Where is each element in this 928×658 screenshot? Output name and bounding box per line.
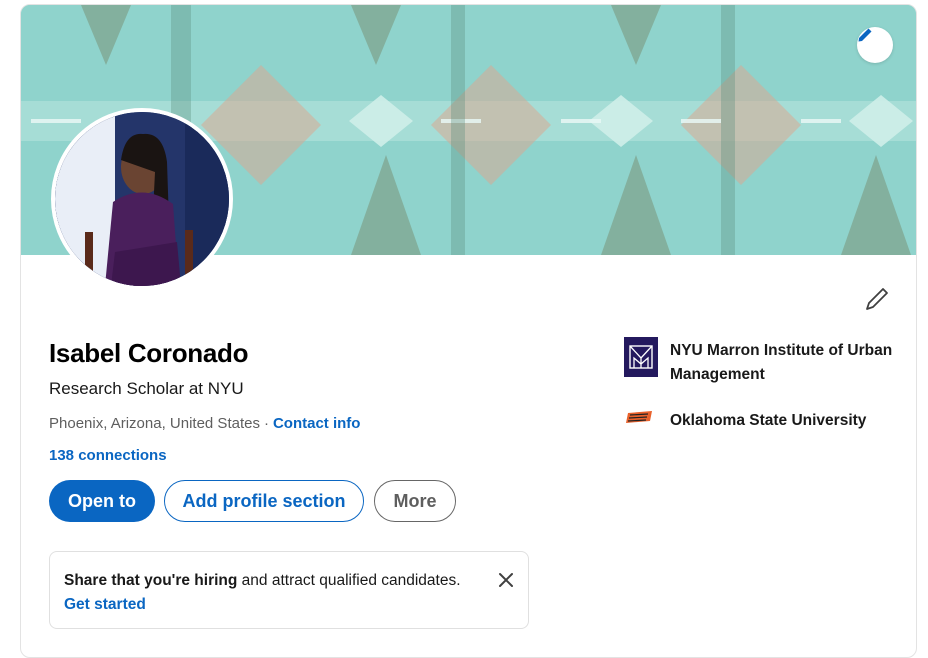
education-name: NYU Marron Institute of Urban Management: [670, 342, 893, 383]
location-row: Phoenix, Arizona, United States · Contact …: [49, 415, 360, 432]
profile-name: Isabel Coronado: [49, 338, 249, 368]
hiring-prompt: Share that you're hiring and attract qua…: [49, 551, 529, 629]
more-button[interactable]: More: [374, 480, 456, 522]
get-started-link[interactable]: Get started: [64, 596, 146, 614]
profile-headline: Research Scholar at NYU: [49, 379, 244, 398]
profile-location: Phoenix, Arizona, United States: [49, 415, 260, 432]
connections-link[interactable]: 138 connections: [49, 447, 167, 464]
hiring-text-bold: Share that you're hiring: [64, 572, 238, 589]
add-profile-section-button[interactable]: Add profile section: [164, 480, 364, 522]
education-name: Oklahoma State University: [670, 412, 867, 429]
avatar[interactable]: [51, 108, 233, 290]
pencil-icon: [858, 28, 872, 42]
banner-edit-button[interactable]: [857, 27, 893, 63]
hiring-text: Share that you're hiring and attract qua…: [64, 572, 461, 590]
nyu-marron-logo: [624, 337, 658, 377]
edit-intro-button[interactable]: [863, 285, 891, 313]
osu-logo: [626, 411, 652, 423]
profile-card: Isabel Coronado Research Scholar at NYU …: [20, 4, 917, 658]
nyu-marron-icon: [629, 345, 653, 369]
contact-info-link[interactable]: Contact info: [273, 415, 361, 432]
open-to-button[interactable]: Open to: [49, 480, 155, 522]
separator-dot: ·: [263, 415, 269, 432]
profile-photo: [55, 112, 229, 286]
close-icon[interactable]: [497, 571, 515, 589]
hiring-text-rest: and attract qualified candidates.: [237, 572, 461, 589]
